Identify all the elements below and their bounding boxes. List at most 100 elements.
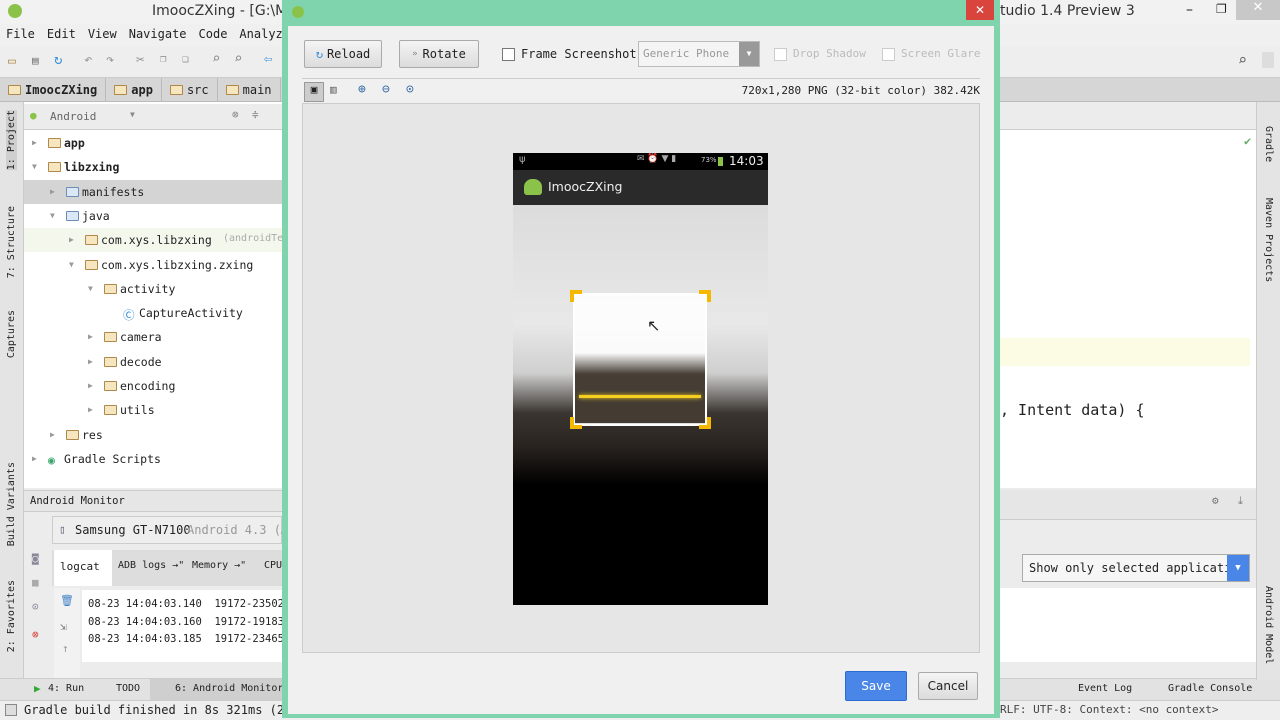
code-editor[interactable]: ✔ , Intent data) { — [1000, 130, 1256, 488]
drop-shadow-checkbox[interactable]: Drop Shadow — [774, 47, 866, 61]
tool-tab-gradle[interactable]: Gradle — [1263, 126, 1274, 162]
hide-icon[interactable]: ⤓ — [1238, 494, 1243, 508]
tree-item[interactable]: ▶ decode — [24, 350, 282, 374]
zoom-actual-icon[interactable]: ⊙ — [406, 82, 414, 97]
rotate-button[interactable]: » Rotate — [399, 40, 479, 68]
tree-item[interactable]: ▼ com.xys.libzxing.zxing — [24, 253, 282, 277]
minimize-button[interactable]: – — [1186, 2, 1193, 18]
save-button[interactable]: Save — [845, 671, 907, 701]
tree-item[interactable]: ▼ java — [24, 204, 282, 228]
collapsed-arrow-icon[interactable]: ▶ — [88, 357, 93, 366]
tool-tab-event-log[interactable]: Event Log — [1078, 683, 1132, 694]
expanded-arrow-icon[interactable]: ▼ — [88, 284, 93, 293]
expanded-arrow-icon[interactable]: ▼ — [32, 162, 37, 171]
redo-icon[interactable]: ↷ — [106, 52, 114, 68]
frame-screenshot-checkbox[interactable]: Frame Screenshot — [502, 47, 637, 61]
gear-icon[interactable]: ⚙ — [1212, 494, 1219, 507]
tool-tab-android-monitor[interactable]: 6: Android Monitor — [150, 679, 283, 701]
terminate-icon[interactable]: ⊗ — [32, 628, 39, 641]
paste-icon[interactable]: ❏ — [182, 52, 189, 65]
collapsed-arrow-icon[interactable]: ▶ — [32, 138, 37, 147]
collapsed-arrow-icon[interactable]: ▶ — [88, 381, 93, 390]
trash-icon[interactable]: 🗑 — [60, 594, 74, 607]
back-icon[interactable]: ⇦ — [264, 51, 272, 67]
menu-code[interactable]: Code — [199, 27, 228, 41]
open-folder-icon[interactable]: ▭ — [8, 54, 16, 69]
tool-tab-structure[interactable]: 7: Structure — [6, 206, 17, 278]
collapsed-arrow-icon[interactable]: ▶ — [50, 430, 55, 439]
project-view-select[interactable]: Android — [50, 110, 96, 123]
collapsed-arrow-icon[interactable]: ▶ — [50, 187, 55, 196]
tree-item[interactable]: ▼ libzxing — [24, 155, 282, 179]
settings-icon[interactable]: ⊗ — [232, 108, 239, 121]
tool-tab-maven[interactable]: Maven Projects — [1263, 198, 1274, 282]
dialog-close-button[interactable]: ✕ — [966, 0, 994, 20]
record-icon[interactable]: ■ — [32, 576, 39, 589]
tool-tab-captures[interactable]: Captures — [6, 310, 17, 358]
breadcrumb-main[interactable]: main — [218, 78, 281, 102]
dump-icon[interactable]: ⊙ — [32, 600, 39, 613]
copy-icon[interactable]: ❐ — [160, 52, 167, 65]
menu-edit[interactable]: Edit — [47, 27, 76, 41]
tree-item[interactable]: ▶ utils — [24, 398, 282, 422]
fit-icon[interactable]: ▥ — [330, 83, 337, 96]
tab-adb-logs[interactable]: ADB logs →" — [118, 560, 184, 571]
screen-glare-checkbox[interactable]: Screen Glare — [882, 47, 980, 61]
menu-navigate[interactable]: Navigate — [129, 27, 187, 41]
cut-icon[interactable]: ✂ — [136, 52, 144, 68]
breadcrumb-app[interactable]: app — [106, 78, 162, 102]
scroll-end-icon[interactable]: ⇲ — [60, 620, 67, 633]
tool-tab-build-variants[interactable]: Build Variants — [6, 462, 17, 546]
chevron-down-icon[interactable]: ▼ — [1227, 555, 1249, 581]
tool-tab-project[interactable]: 1: Project — [6, 110, 17, 171]
checkbox[interactable] — [502, 48, 515, 61]
tree-item[interactable]: ▼ activity — [24, 277, 282, 301]
menu-file[interactable]: File — [6, 27, 35, 41]
zoom-in-icon[interactable]: ⊕ — [358, 82, 366, 97]
maximize-button[interactable]: ❐ — [1216, 2, 1227, 16]
tree-item[interactable]: ▶ app — [24, 131, 282, 155]
breadcrumb-src[interactable]: src — [162, 78, 218, 102]
collapsed-arrow-icon[interactable]: ▶ — [88, 332, 93, 341]
replace-icon[interactable]: ⌕ — [234, 51, 242, 67]
user-icon[interactable] — [1262, 52, 1274, 68]
tool-tab-favorites[interactable]: 2: Favorites — [6, 580, 17, 652]
tree-item[interactable]: ▶ com.xys.libzxing (androidTest) — [24, 228, 282, 253]
collapse-icon[interactable]: ≑ — [252, 108, 259, 121]
tool-tab-gradle-console[interactable]: Gradle Console — [1168, 683, 1252, 694]
expanded-arrow-icon[interactable]: ▼ — [50, 211, 55, 220]
save-icon[interactable]: ▤ — [32, 54, 39, 67]
tree-item[interactable]: ▶ encoding — [24, 374, 282, 398]
expanded-arrow-icon[interactable]: ▼ — [69, 260, 74, 269]
collapsed-arrow-icon[interactable]: ▶ — [32, 454, 37, 463]
breadcrumb-project[interactable]: ImoocZXing — [0, 78, 107, 102]
zoom-out-icon[interactable]: ⊖ — [382, 82, 390, 97]
tool-tab-todo[interactable]: TODO — [116, 683, 140, 694]
chevron-down-icon[interactable]: ▼ — [130, 110, 135, 119]
checkbox[interactable] — [774, 47, 787, 61]
find-icon[interactable]: ⌕ — [212, 51, 220, 67]
collapsed-arrow-icon[interactable]: ▶ — [69, 235, 74, 244]
tree-item[interactable]: Ⓒ CaptureActivity — [24, 301, 282, 325]
tree-item[interactable]: ▶ camera — [24, 325, 282, 349]
logcat-filter-select[interactable]: Show only selected application ▼ — [1022, 554, 1250, 582]
tool-tab-android-model[interactable]: Android Model — [1263, 586, 1274, 664]
tree-item[interactable]: ▶ manifests — [24, 179, 282, 204]
undo-icon[interactable]: ↶ — [84, 52, 92, 68]
device-frame-select[interactable]: Generic Phone ▼ — [638, 41, 760, 67]
tree-item[interactable]: ▶ res — [24, 423, 282, 447]
toggle-tool-windows-icon[interactable] — [5, 704, 17, 716]
tree-item[interactable]: ▶ ◉ Gradle Scripts — [24, 447, 282, 471]
cancel-button[interactable]: Cancel — [918, 672, 978, 700]
tab-cpu[interactable]: CPU — [264, 560, 282, 571]
camera-icon[interactable]: ◙ — [32, 552, 39, 565]
actual-size-icon[interactable]: ▣ — [304, 82, 324, 102]
device-selector[interactable]: ▯ Samsung GT-N7100 Android 4.3 (AP — [52, 516, 295, 544]
chevron-down-icon[interactable]: ▼ — [739, 42, 759, 66]
search-everywhere-icon[interactable]: ⌕ — [1238, 51, 1247, 69]
tool-tab-run[interactable]: 4: Run — [48, 683, 84, 694]
tab-memory[interactable]: Memory →" — [192, 560, 246, 571]
reload-button[interactable]: ↻ Reload — [304, 40, 382, 68]
arrow-up-icon[interactable]: ↑ — [62, 642, 69, 655]
checkbox[interactable] — [882, 47, 895, 61]
